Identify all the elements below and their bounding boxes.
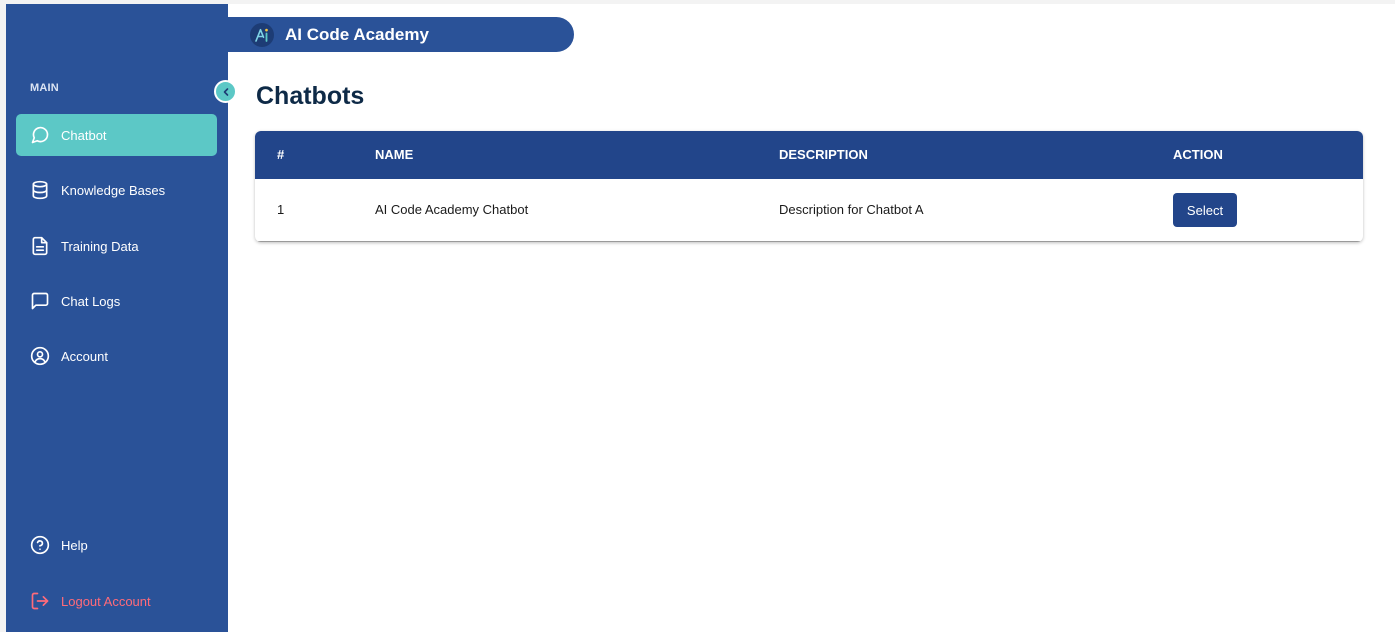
column-header-description: DESCRIPTION [779, 147, 868, 162]
table-header: # NAME DESCRIPTION ACTION [255, 131, 1363, 179]
chevron-left-icon [223, 87, 228, 96]
sidebar-item-chatbot[interactable]: Chatbot [16, 114, 217, 156]
column-header-index: # [277, 147, 285, 162]
page-title: Chatbots [256, 82, 365, 110]
row-name: AI Code Academy Chatbot [375, 202, 529, 217]
sidebar-item-account[interactable]: Account [16, 335, 217, 377]
sidebar-item-label: Help [61, 537, 88, 553]
sidebar-item-label: Knowledge Bases [61, 182, 166, 198]
sidebar-item-label: Training Data [61, 238, 139, 254]
message-square-icon [30, 291, 50, 311]
row-index: 1 [277, 202, 285, 217]
row-description: Description for Chatbot A [779, 202, 924, 217]
brand-name: AI Code Academy [285, 24, 429, 44]
app-window: MAIN Chatbot Knowledge Bases Training Da… [6, 4, 1395, 632]
sidebar-collapse-button[interactable] [214, 80, 237, 103]
sidebar-item-logout[interactable]: Logout Account [16, 580, 217, 622]
brand-header: AI Code Academy [228, 17, 574, 52]
sidebar: MAIN Chatbot Knowledge Bases Training Da… [6, 4, 228, 632]
sidebar-item-help[interactable]: Help [16, 524, 217, 566]
chatbots-table: # NAME DESCRIPTION ACTION 1 AI Code Acad… [255, 131, 1363, 242]
chat-bubble-icon [30, 125, 50, 145]
column-header-name: NAME [375, 147, 414, 162]
sidebar-item-chat-logs[interactable]: Chat Logs [16, 280, 217, 322]
table-row: 1 AI Code Academy Chatbot Description fo… [255, 179, 1363, 242]
select-button[interactable]: Select [1173, 193, 1237, 227]
sidebar-item-label: Chatbot [61, 127, 107, 143]
user-circle-icon [30, 346, 50, 366]
sidebar-item-knowledge-bases[interactable]: Knowledge Bases [16, 169, 217, 211]
column-header-action: ACTION [1173, 147, 1223, 162]
document-icon [30, 236, 50, 256]
sidebar-item-label: Logout Account [61, 593, 151, 609]
help-circle-icon [30, 535, 50, 555]
sidebar-item-label: Account [61, 348, 108, 364]
sidebar-section-label: MAIN [30, 82, 59, 94]
sidebar-item-label: Chat Logs [61, 293, 121, 309]
logout-icon [30, 591, 50, 611]
brand-logo-icon [250, 22, 274, 47]
database-icon [30, 180, 50, 200]
sidebar-item-training-data[interactable]: Training Data [16, 225, 217, 267]
